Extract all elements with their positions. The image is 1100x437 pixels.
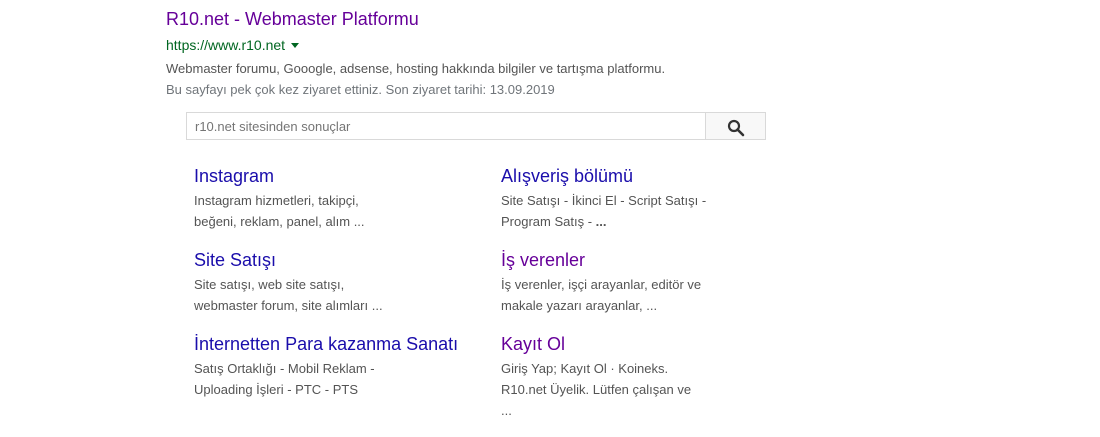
sitelink-description: Satış Ortaklığı - Mobil Reklam - Uploadi… bbox=[194, 358, 484, 400]
site-search-button[interactable] bbox=[706, 112, 766, 140]
sitelink-title[interactable]: Site Satışı bbox=[194, 249, 484, 271]
sitelink-is-verenler: İş verenler İş verenler, işçi arayanlar,… bbox=[501, 249, 791, 316]
sitelink-desc-line: R10.net Üyelik. Lütfen çalışan ve bbox=[501, 382, 692, 397]
sitelink-desc-line: Uploading İşleri - PTC - PTS bbox=[194, 382, 358, 397]
sitelink-para-kazanma: İnternetten Para kazanma Sanatı Satış Or… bbox=[194, 333, 484, 400]
result-url: https://www.r10.net bbox=[166, 37, 286, 53]
sitelink-description: Site Satışı - İkinci El - Script Satışı … bbox=[501, 190, 791, 232]
sitelink-desc-line: İş verenler, işçi arayanlar, editör ve bbox=[501, 277, 702, 292]
sitelink-desc-line: Program Satış - ... bbox=[501, 211, 791, 232]
sitelink-alisveris: Alışveriş bölümü Site Satışı - İkinci El… bbox=[501, 165, 791, 232]
visited-note: Bu sayfayı pek çok kez ziyaret ettiniz. … bbox=[166, 82, 555, 97]
sitelink-desc-line: makale yazarı arayanlar, ... bbox=[501, 298, 658, 313]
sitelink-description: Instagram hizmetleri, takipçi, beğeni, r… bbox=[194, 190, 484, 232]
site-search-box bbox=[186, 112, 706, 140]
sitelink-instagram: Instagram Instagram hizmetleri, takipçi,… bbox=[194, 165, 484, 232]
sitelink-title[interactable]: Kayıt Ol bbox=[501, 333, 791, 355]
sitelink-desc-line: Site satışı, web site satışı, bbox=[194, 277, 345, 292]
sitelink-title[interactable]: Instagram bbox=[194, 165, 484, 187]
result-title-link[interactable]: R10.net - Webmaster Platformu bbox=[166, 8, 419, 30]
sitelink-title[interactable]: İnternetten Para kazanma Sanatı bbox=[194, 333, 484, 355]
sitelink-description: Site satışı, web site satışı, webmaster … bbox=[194, 274, 484, 316]
sitelink-desc-line: Giriş Yap; Kayıt Ol · Koineks. bbox=[501, 361, 669, 376]
result-url-row: https://www.r10.net bbox=[166, 36, 300, 54]
sitelink-kayit-ol: Kayıt Ol Giriş Yap; Kayıt Ol · Koineks. … bbox=[501, 333, 791, 421]
sitelink-description: İş verenler, işçi arayanlar, editör ve m… bbox=[501, 274, 791, 316]
result-description: Webmaster forumu, Gooogle, adsense, host… bbox=[166, 61, 666, 76]
sitelink-desc-line: beğeni, reklam, panel, alım ... bbox=[194, 214, 365, 229]
sitelink-desc-text: Program Satış - bbox=[501, 214, 596, 229]
sitelink-title[interactable]: Alışveriş bölümü bbox=[501, 165, 791, 187]
sitelink-description: Giriş Yap; Kayıt Ol · Koineks. R10.net Ü… bbox=[501, 358, 791, 421]
site-search-input[interactable] bbox=[187, 113, 705, 139]
sitelink-desc-line: webmaster forum, site alımları ... bbox=[194, 298, 383, 313]
sitelink-desc-ellipsis: ... bbox=[595, 214, 607, 229]
caret-down-icon[interactable] bbox=[291, 42, 300, 48]
sitelink-desc-line: ... bbox=[501, 403, 512, 418]
search-icon bbox=[727, 119, 745, 137]
sitelink-desc-line: Satış Ortaklığı - Mobil Reklam - bbox=[194, 361, 375, 376]
sitelink-desc-line: Instagram hizmetleri, takipçi, bbox=[194, 193, 359, 208]
sitelink-site-satisi: Site Satışı Site satışı, web site satışı… bbox=[194, 249, 484, 316]
sitelink-desc-line: Site Satışı - İkinci El - Script Satışı … bbox=[501, 193, 707, 208]
sitelink-title[interactable]: İş verenler bbox=[501, 249, 791, 271]
